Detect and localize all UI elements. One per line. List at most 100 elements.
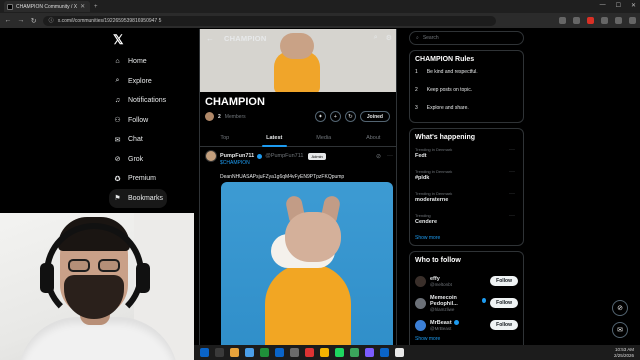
sidebar-item-follow[interactable]: ⚇ Follow (113, 111, 198, 131)
sidebar-item-notifications[interactable]: ♫ Notifications (113, 91, 198, 111)
url-field[interactable]: ⓘ x.com/i/communities/192265953981695094… (42, 15, 497, 26)
taskbar-app-icon[interactable] (320, 348, 329, 357)
sidebar-item-premium[interactable]: ✪ Premium (113, 169, 198, 189)
rule-item[interactable]: 1 Be kind and respectful. (415, 69, 518, 87)
more-icon[interactable]: ··· (509, 147, 515, 153)
sidebar-item-label: Premium (128, 175, 157, 183)
follow-title: Who to follow (415, 257, 461, 264)
post-text: DeanNHUASAPsjuFZya1g6qM4vFyEN9PTpzFKQpum… (220, 174, 345, 180)
taskbar-app-icon[interactable] (245, 348, 254, 357)
extension-icon[interactable] (573, 17, 581, 24)
follow-suggestion[interactable]: effy @meltonbt Follow (415, 270, 518, 292)
clock-time: 10:53 AM (614, 347, 634, 352)
avatar[interactable] (415, 319, 426, 331)
trend-item[interactable]: Trending in Denmark moderaterne ··· (415, 191, 518, 213)
pin-icon[interactable]: ✦ (314, 111, 326, 122)
sidebar-item-chat[interactable]: ✉ Chat (113, 130, 198, 150)
sidebar-item-explore[interactable]: ⌕ Explore (113, 72, 198, 92)
tab-latest[interactable]: Latest (250, 130, 300, 147)
post-cashtag[interactable]: $CHAMPION (220, 160, 393, 166)
maximize-icon[interactable]: ☐ (616, 2, 621, 9)
taskbar-app-icon[interactable] (350, 348, 359, 357)
post-image[interactable] (221, 182, 393, 360)
suggestion-name-text: Memecoin Pedophil... (430, 294, 458, 307)
x-logo-icon[interactable]: 𝕏 (113, 32, 123, 48)
rules-title: CHAMPION Rules (415, 56, 475, 63)
trend-item[interactable]: Trending Cendere ··· (415, 213, 518, 235)
follow-button[interactable]: Follow (490, 276, 518, 286)
follow-button[interactable]: Follow (490, 298, 518, 308)
taskbar-app-icon[interactable] (380, 348, 389, 357)
more-icon[interactable]: ··· (387, 153, 393, 160)
trend-item[interactable]: Trending in Denmark Fedt ··· (415, 147, 518, 169)
more-icon[interactable]: ··· (509, 191, 515, 197)
rule-item[interactable]: 3 Explore and share. (415, 105, 518, 123)
tab-title: CHAMPION Community / X (16, 3, 78, 10)
new-tab-icon[interactable]: + (94, 4, 98, 10)
taskbar-app-icon[interactable] (395, 348, 404, 357)
more-icon[interactable]: ··· (509, 169, 515, 175)
grok-icon: ⊘ (114, 156, 121, 164)
search-placeholder: Search (422, 35, 439, 41)
extension-icon[interactable] (601, 17, 609, 24)
grok-post-icon[interactable]: ⊘ (376, 153, 381, 160)
community-header: ← CHAMPION ⌕ ⚙ (200, 29, 396, 47)
trends-show-more-link[interactable]: Show more (415, 235, 518, 241)
messages-float-icon[interactable]: ✉ (612, 322, 628, 338)
taskbar-app-icon[interactable] (200, 348, 209, 357)
rule-item[interactable]: 2 Keep posts on topic. (415, 87, 518, 105)
settings-icon[interactable]: ⚙ (386, 34, 392, 42)
forward-icon[interactable]: → (17, 17, 25, 24)
taskbar-app-icon[interactable] (260, 348, 269, 357)
follow-suggestion[interactable]: MrBeast @MrBeast Follow (415, 314, 518, 336)
sidebar-item-grok[interactable]: ⊘ Grok (113, 150, 198, 170)
taskbar-app-icon[interactable] (290, 348, 299, 357)
taskbar-clock[interactable]: 10:53 AM 2/25/2026 (614, 347, 634, 358)
trend-item[interactable]: Trending in Denmark #pldk ··· (415, 169, 518, 191)
sidebar-item-home[interactable]: ⌂ Home (113, 52, 198, 72)
tab-about[interactable]: About (349, 130, 397, 146)
suggestion-name[interactable]: Memecoin Pedophil... (430, 294, 487, 307)
search-input[interactable]: ⌕ Search (409, 31, 524, 45)
rule-number: 2 (415, 87, 418, 93)
reload-icon[interactable]: ↻ (30, 17, 38, 25)
close-window-icon[interactable]: ✕ (631, 2, 636, 9)
search-icon[interactable]: ⌕ (374, 34, 378, 42)
taskbar-app-icon[interactable] (275, 348, 284, 357)
taskbar-app-icon[interactable] (305, 348, 314, 357)
minimize-icon[interactable]: — (600, 2, 606, 9)
members-info[interactable]: 2 Members (205, 112, 246, 121)
tab-media[interactable]: Media (299, 130, 349, 146)
back-icon[interactable]: ← (4, 17, 12, 24)
tab-top[interactable]: Top (200, 130, 250, 146)
grok-float-icon[interactable]: ⊘ (612, 300, 628, 316)
menu-icon[interactable] (629, 17, 637, 24)
more-icon[interactable]: ··· (509, 213, 515, 219)
back-arrow-icon[interactable]: ← (206, 34, 214, 43)
joined-button[interactable]: Joined (359, 111, 390, 122)
share-icon[interactable]: ↻ (344, 111, 356, 122)
extension-icon[interactable] (559, 17, 567, 24)
post-author-avatar[interactable] (205, 150, 217, 162)
post-author-handle[interactable]: @PumpFun711 (265, 153, 303, 159)
members-label: Members (224, 113, 246, 120)
browser-tab[interactable]: CHAMPION Community / X ✕ (4, 1, 90, 12)
site-info-icon[interactable]: ⓘ (49, 17, 54, 24)
post-author-name[interactable]: PumpFun711 (220, 153, 254, 159)
extension-icon[interactable] (587, 17, 595, 24)
post[interactable]: PumpFun711 @PumpFun711 Admin ⊘ ··· $CHAM… (205, 150, 393, 180)
taskbar-app-icon[interactable] (365, 348, 374, 357)
taskbar-app-icon[interactable] (335, 348, 344, 357)
follow-button[interactable]: Follow (490, 320, 518, 330)
close-tab-icon[interactable]: ✕ (80, 3, 85, 10)
sidebar-item-bookmarks[interactable]: ⚑ Bookmarks (109, 188, 167, 208)
invite-icon[interactable]: + (329, 111, 341, 122)
follow-show-more-link[interactable]: Show more (415, 336, 518, 342)
verified-badge-icon (257, 153, 263, 159)
avatar[interactable] (415, 275, 426, 287)
taskbar-app-icon[interactable] (215, 348, 224, 357)
profile-icon[interactable] (615, 17, 623, 24)
avatar[interactable] (415, 297, 426, 309)
taskbar-app-icon[interactable] (230, 348, 239, 357)
follow-suggestion[interactable]: Memecoin Pedophil... @hlamzliwe Follow (415, 292, 518, 314)
